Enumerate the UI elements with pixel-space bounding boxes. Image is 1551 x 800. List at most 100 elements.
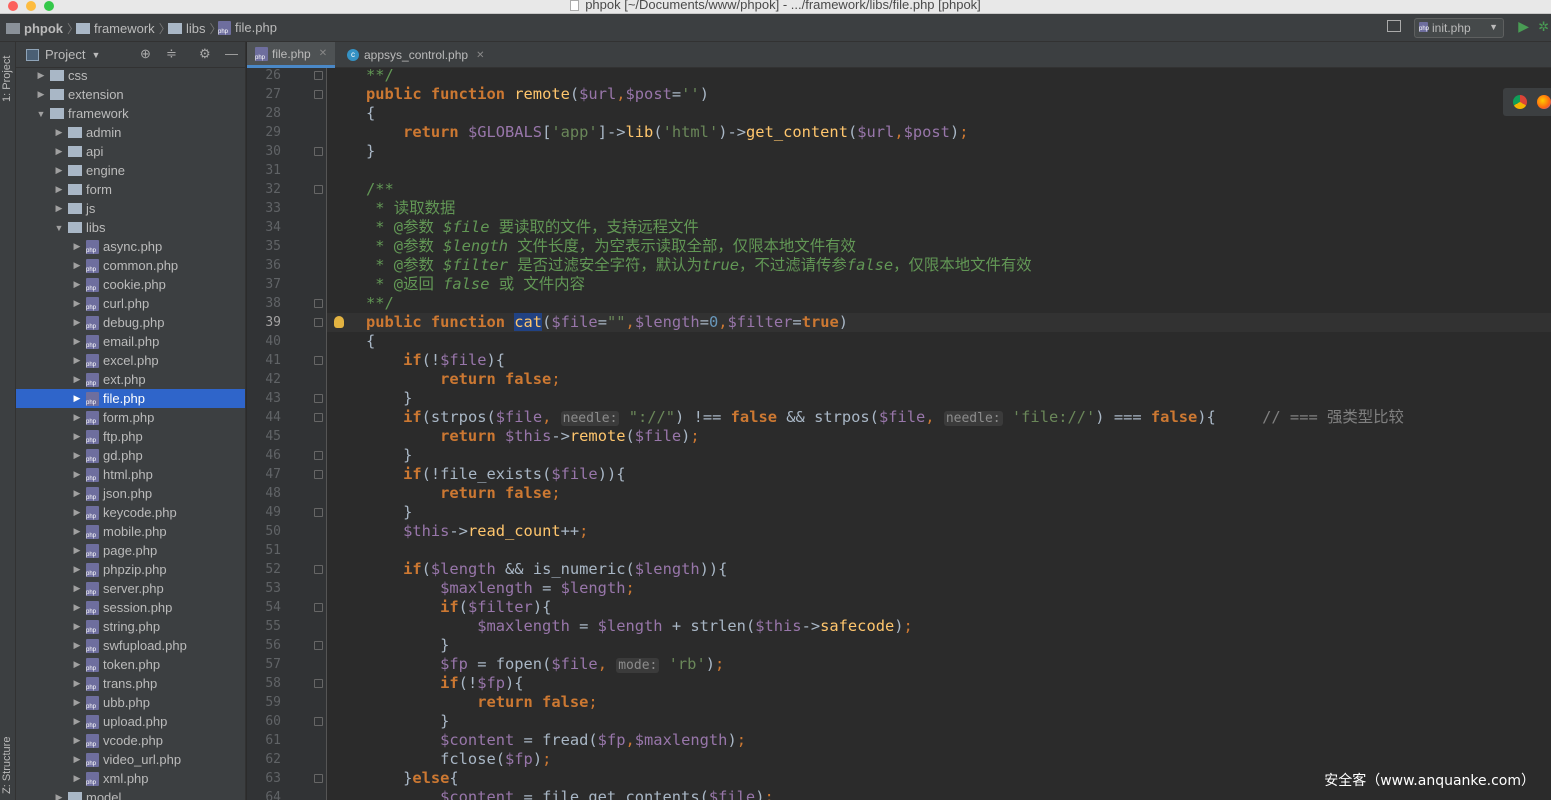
fold-marker-icon[interactable] [314, 641, 323, 650]
tree-file[interactable]: ▶ token.php [16, 655, 245, 674]
tree-file[interactable]: ▶ ftp.php [16, 427, 245, 446]
chevron-right-icon[interactable]: ▶ [70, 640, 84, 651]
fold-marker-icon[interactable] [314, 356, 323, 365]
code-area[interactable]: **/public function remote($url,$post='')… [327, 68, 1551, 800]
chevron-right-icon[interactable]: ▶ [70, 526, 84, 537]
tree-file[interactable]: ▶ email.php [16, 332, 245, 351]
locate-file-icon[interactable]: ⊕ [140, 46, 151, 62]
tab-appsys-control-php[interactable]: c appsys_control.php ✕ [339, 42, 492, 68]
chevron-right-icon[interactable]: ▶ [52, 127, 66, 138]
hide-panel-icon[interactable]: — [225, 46, 238, 61]
breadcrumb-phpok[interactable]: phpok 〉 [6, 20, 83, 37]
tree-file[interactable]: ▶ phpzip.php [16, 560, 245, 579]
chevron-right-icon[interactable]: ▶ [70, 279, 84, 290]
tree-file[interactable]: ▶ ubb.php [16, 693, 245, 712]
chevron-right-icon[interactable]: ▶ [70, 260, 84, 271]
fold-marker-icon[interactable] [314, 451, 323, 460]
breadcrumb-framework[interactable]: framework 〉 [76, 20, 175, 37]
fold-marker-icon[interactable] [314, 508, 323, 517]
run-configuration-select[interactable]: init.php ▼ [1414, 18, 1504, 38]
chevron-right-icon[interactable]: ▶ [70, 773, 84, 784]
run-icon[interactable]: ▶ [1518, 18, 1529, 35]
fold-marker-icon[interactable] [314, 565, 323, 574]
tree-file[interactable]: ▶ excel.php [16, 351, 245, 370]
close-icon[interactable]: ✕ [476, 50, 484, 61]
chevron-right-icon[interactable]: ▶ [70, 469, 84, 480]
chevron-right-icon[interactable]: ▶ [70, 545, 84, 556]
project-view-select[interactable]: Project ▼ [26, 47, 100, 62]
chevron-right-icon[interactable]: ▶ [52, 203, 66, 214]
chevron-down-icon[interactable]: ▼ [34, 109, 48, 119]
chevron-right-icon[interactable]: ▶ [70, 621, 84, 632]
fold-marker-icon[interactable] [314, 413, 323, 422]
fold-marker-icon[interactable] [314, 147, 323, 156]
chevron-right-icon[interactable]: ▶ [70, 754, 84, 765]
tree-file[interactable]: ▶ swfupload.php [16, 636, 245, 655]
debug-icon[interactable]: ✲ [1538, 19, 1549, 35]
tree-folder[interactable]: ▶ css [16, 66, 245, 85]
fold-marker-icon[interactable] [314, 774, 323, 783]
tree-folder[interactable]: ▶ extension [16, 85, 245, 104]
chrome-icon[interactable] [1513, 95, 1527, 109]
tree-file[interactable]: ▶ string.php [16, 617, 245, 636]
tree-folder[interactable]: ▶ form [16, 180, 245, 199]
chevron-right-icon[interactable]: ▶ [70, 678, 84, 689]
tree-file[interactable]: ▶ trans.php [16, 674, 245, 693]
tree-file[interactable]: ▶ cookie.php [16, 275, 245, 294]
chevron-right-icon[interactable]: ▶ [52, 792, 66, 800]
fold-marker-icon[interactable] [314, 318, 323, 327]
tree-file[interactable]: ▶ video_url.php [16, 750, 245, 769]
fold-marker-icon[interactable] [314, 679, 323, 688]
chevron-right-icon[interactable]: ▶ [70, 735, 84, 746]
chevron-right-icon[interactable]: ▶ [34, 89, 48, 100]
fold-marker-icon[interactable] [314, 717, 323, 726]
tree-file[interactable]: ▶ upload.php [16, 712, 245, 731]
chevron-right-icon[interactable]: ▶ [52, 184, 66, 195]
chevron-right-icon[interactable]: ▶ [70, 393, 84, 404]
project-tool-button[interactable]: 1: Project [1, 56, 13, 102]
tree-file[interactable]: ▶ form.php [16, 408, 245, 427]
fold-marker-icon[interactable] [314, 394, 323, 403]
breadcrumb-libs[interactable]: libs 〉 [168, 20, 226, 37]
chevron-right-icon[interactable]: ▶ [70, 241, 84, 252]
close-icon[interactable]: ✕ [319, 48, 327, 59]
firefox-icon[interactable] [1537, 95, 1551, 109]
chevron-right-icon[interactable]: ▶ [70, 317, 84, 328]
tree-file[interactable]: ▶ file.php [16, 389, 245, 408]
chevron-right-icon[interactable]: ▶ [70, 507, 84, 518]
fold-marker-icon[interactable] [314, 71, 323, 80]
tree-file[interactable]: ▶ server.php [16, 579, 245, 598]
chevron-right-icon[interactable]: ▶ [70, 431, 84, 442]
tree-file[interactable]: ▶ ext.php [16, 370, 245, 389]
tree-folder[interactable]: ▶ engine [16, 161, 245, 180]
chevron-right-icon[interactable]: ▶ [70, 602, 84, 613]
tree-file[interactable]: ▶ json.php [16, 484, 245, 503]
chevron-right-icon[interactable]: ▶ [70, 374, 84, 385]
tree-file[interactable]: ▶ html.php [16, 465, 245, 484]
chevron-right-icon[interactable]: ▶ [70, 583, 84, 594]
toggle-layout-icon[interactable] [1387, 20, 1401, 32]
chevron-down-icon[interactable]: ▼ [52, 223, 66, 233]
fold-marker-icon[interactable] [314, 470, 323, 479]
chevron-right-icon[interactable]: ▶ [70, 716, 84, 727]
structure-tool-button[interactable]: Z: Structure [1, 737, 13, 794]
tree-file[interactable]: ▶ keycode.php [16, 503, 245, 522]
fold-marker-icon[interactable] [314, 185, 323, 194]
chevron-right-icon[interactable]: ▶ [52, 165, 66, 176]
tree-file[interactable]: ▶ page.php [16, 541, 245, 560]
tree-file[interactable]: ▶ mobile.php [16, 522, 245, 541]
chevron-right-icon[interactable]: ▶ [70, 450, 84, 461]
chevron-right-icon[interactable]: ▶ [70, 298, 84, 309]
tree-folder[interactable]: ▶ js [16, 199, 245, 218]
chevron-right-icon[interactable]: ▶ [70, 564, 84, 575]
tree-file[interactable]: ▶ async.php [16, 237, 245, 256]
tab-file-php[interactable]: file.php ✕ [247, 42, 336, 68]
tree-file[interactable]: ▶ debug.php [16, 313, 245, 332]
fold-marker-icon[interactable] [314, 90, 323, 99]
chevron-right-icon[interactable]: ▶ [34, 70, 48, 81]
line-number-gutter[interactable]: 26 27 28 29 30 31 32 33 34 35 36 37 38 39 40 41 42 43 44 45… [247, 68, 327, 800]
chevron-right-icon[interactable]: ▶ [70, 412, 84, 423]
tree-folder[interactable]: ▼ framework [16, 104, 245, 123]
tree-file[interactable]: ▶ curl.php [16, 294, 245, 313]
tree-folder[interactable]: ▶ model [16, 788, 245, 800]
